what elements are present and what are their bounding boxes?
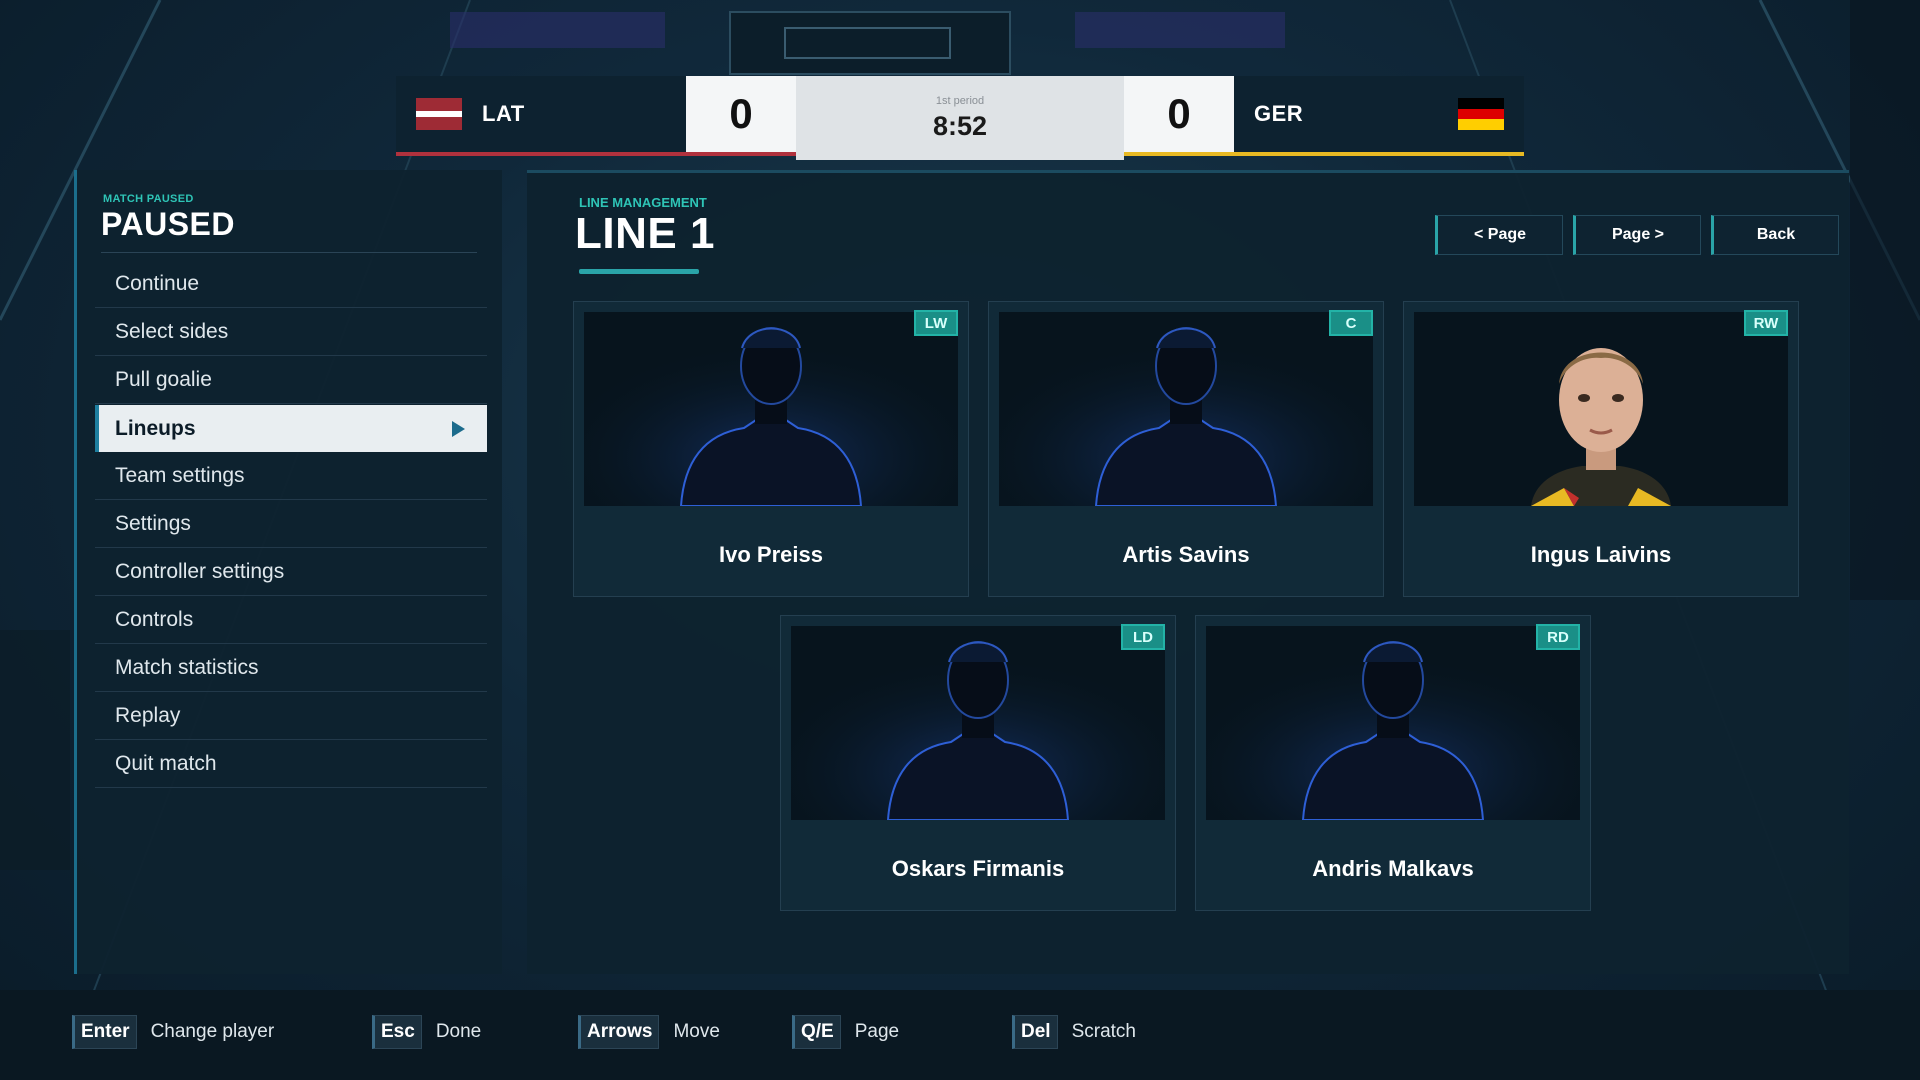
menu-item-label: Replay	[115, 704, 181, 727]
silhouette-icon	[999, 312, 1373, 506]
section-subtitle: LINE MANAGEMENT	[579, 195, 707, 210]
menu-item-lineups[interactable]: Lineups	[95, 405, 487, 452]
title-underline	[579, 269, 699, 274]
prev-page-button[interactable]: < Page	[1435, 215, 1563, 255]
position-badge: RD	[1536, 624, 1580, 650]
period-label: 1st period	[935, 94, 985, 107]
line-management-panel: LINE MANAGEMENT LINE 1 < Page Page > Bac…	[527, 170, 1849, 974]
hint-label: Scratch	[1071, 1021, 1136, 1042]
key-enter: Enter	[72, 1015, 137, 1049]
position-badge: RW	[1744, 310, 1788, 336]
player-name: Ingus Laivins	[1530, 542, 1672, 567]
hint-arrows[interactable]: Arrows Move	[578, 1014, 720, 1050]
silhouette-icon	[584, 312, 958, 506]
key-del: Del	[1012, 1015, 1058, 1049]
line-title: LINE 1	[575, 209, 715, 258]
menu-item-controller-settings[interactable]: Controller settings	[95, 549, 487, 596]
player-name: Artis Savins	[1122, 542, 1250, 567]
away-score: 0	[1124, 76, 1234, 156]
position-badge: LW	[914, 310, 958, 336]
position-badge: C	[1329, 310, 1373, 336]
menu-item-label: Quit match	[115, 752, 217, 775]
player-card-c[interactable]: C Artis Savins	[988, 301, 1384, 597]
clock-time: 8:52	[932, 110, 988, 141]
key-esc: Esc	[372, 1015, 422, 1049]
menu-item-label: Continue	[115, 272, 200, 295]
player-portrait	[1531, 348, 1671, 506]
hint-label: Change player	[150, 1021, 275, 1042]
player-name: Andris Malkavs	[1312, 856, 1474, 881]
hint-label: Move	[673, 1021, 720, 1042]
player-card-rw[interactable]: RW Ingus Laivins	[1403, 301, 1799, 597]
hint-esc[interactable]: Esc Done	[372, 1014, 481, 1050]
pause-subtitle: MATCH PAUSED	[103, 193, 194, 205]
next-page-button[interactable]: Page >	[1573, 215, 1701, 255]
hint-label: Page	[854, 1021, 900, 1042]
pause-title: PAUSED	[101, 206, 235, 242]
silhouette-icon	[791, 626, 1165, 820]
menu-item-label: Match statistics	[115, 656, 259, 679]
menu-item-controls[interactable]: Controls	[95, 597, 487, 644]
menu-item-label: Controller settings	[115, 560, 285, 583]
home-team: LAT	[396, 76, 686, 156]
home-score: 0	[686, 76, 796, 156]
pause-menu-panel: MATCH PAUSED PAUSED Continue Select side…	[74, 170, 502, 974]
player-card-lw[interactable]: LW Ivo Preiss	[573, 301, 969, 597]
menu-item-replay[interactable]: Replay	[95, 693, 487, 740]
menu-item-label: Lineups	[115, 416, 196, 440]
scoreboard: LAT 0 1st period 8:52 0 GER	[396, 76, 1524, 160]
menu-item-pull-goalie[interactable]: Pull goalie	[95, 357, 487, 404]
menu-item-continue[interactable]: Continue	[95, 261, 487, 308]
menu-item-label: Select sides	[115, 320, 229, 343]
menu-item-match-statistics[interactable]: Match statistics	[95, 645, 487, 692]
menu-item-team-settings[interactable]: Team settings	[95, 453, 487, 500]
menu-item-select-sides[interactable]: Select sides	[95, 309, 487, 356]
back-button[interactable]: Back	[1711, 215, 1839, 255]
menu-item-label: Pull goalie	[115, 368, 212, 391]
player-photo	[999, 312, 1373, 506]
hint-qe[interactable]: Q/E Page	[792, 1014, 899, 1050]
player-name: Oskars Firmanis	[891, 856, 1065, 881]
position-badge: LD	[1121, 624, 1165, 650]
play-arrow-icon	[452, 420, 465, 437]
menu-item-label: Settings	[115, 512, 191, 535]
player-name: Ivo Preiss	[719, 542, 823, 567]
player-card-ld[interactable]: LD Oskars Firmanis	[780, 615, 1176, 911]
away-team: GER	[1234, 76, 1524, 156]
home-team-abbr: LAT	[482, 101, 525, 126]
player-photo	[1414, 312, 1788, 506]
control-hints-bar: Enter Change player Esc Done Arrows Move…	[0, 990, 1920, 1080]
game-clock: 1st period 8:52	[796, 76, 1124, 160]
away-team-abbr: GER	[1254, 101, 1304, 126]
divider	[101, 252, 477, 253]
germany-flag-icon	[1458, 98, 1504, 131]
pause-menu: Continue Select sides Pull goalie Lineup…	[95, 261, 487, 789]
player-photo	[584, 312, 958, 506]
hint-label: Done	[435, 1021, 482, 1042]
menu-item-settings[interactable]: Settings	[95, 501, 487, 548]
hint-del[interactable]: Del Scratch	[1012, 1014, 1136, 1050]
player-card-rd[interactable]: RD Andris Malkavs	[1195, 615, 1591, 911]
menu-item-label: Team settings	[115, 464, 245, 487]
key-qe: Q/E	[792, 1015, 841, 1049]
menu-item-label: Controls	[115, 608, 194, 631]
player-photo	[1206, 626, 1580, 820]
hint-enter[interactable]: Enter Change player	[72, 1014, 274, 1050]
menu-item-quit-match[interactable]: Quit match	[95, 741, 487, 788]
player-photo	[791, 626, 1165, 820]
key-arrows: Arrows	[578, 1015, 660, 1049]
latvia-flag-icon	[416, 98, 462, 130]
silhouette-icon	[1206, 626, 1580, 820]
